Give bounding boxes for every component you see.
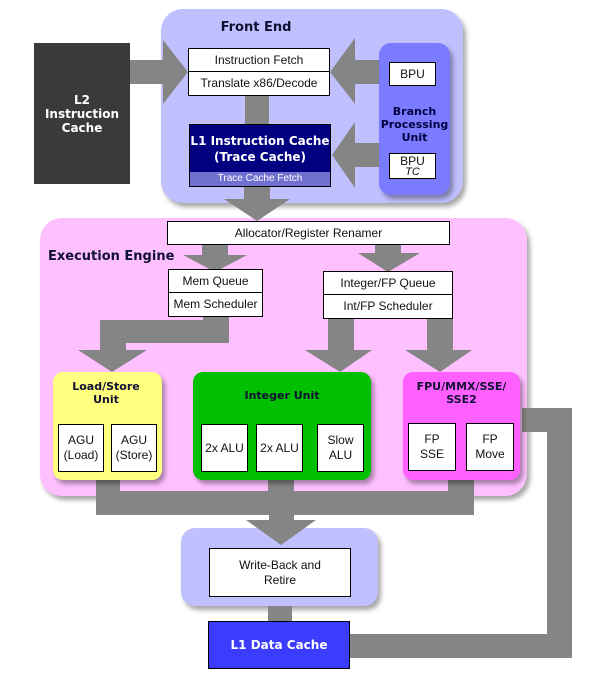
bpu-tc-line1: BPU <box>400 153 425 168</box>
slow-alu-box: Slow ALU <box>317 424 364 472</box>
load-store-unit: Load/Store Unit AGU (Load) AGU (Store) <box>53 372 162 480</box>
alu-box-1: 2x ALU <box>201 424 248 472</box>
arrow-bus-to-wb <box>269 515 294 527</box>
integer-unit: Integer Unit 2x ALU 2x ALU Slow ALU <box>193 372 371 480</box>
agu-load-line2: (Load) <box>63 448 99 462</box>
fpu-mmx-sse-unit: FPU/MMX/SSE/ SSE2 FP SSE FP Move <box>403 372 520 480</box>
integer-unit-title: Integer Unit <box>244 389 320 402</box>
bpu-tc-line2: TC <box>405 165 420 178</box>
arrow-l2-to-fetch <box>130 60 165 84</box>
l1-instruction-cache: L1 Instruction Cache (Trace Cache) Trace… <box>189 124 331 187</box>
alu-box-2: 2x ALU <box>256 424 303 472</box>
l1-data-cache-label: L1 Data Cache <box>230 638 328 652</box>
l1-icache-line1: L1 Instruction Cache <box>190 134 330 148</box>
fp-sse-line1: FP <box>424 432 440 446</box>
mem-scheduler-box: Mem Scheduler <box>168 292 263 317</box>
allocator-register-renamer: Allocator/Register Renamer <box>167 221 450 245</box>
fpu-title-line1: FPU/MMX/SSE/ <box>416 380 507 393</box>
loop-right <box>547 408 572 658</box>
instruction-fetch-box: Instruction Fetch <box>188 48 330 72</box>
agu-store-line2: (Store) <box>115 448 153 462</box>
bpu-title-text: Branch Processing Unit <box>380 105 449 145</box>
fpu-title-line2: SSE2 <box>446 393 477 407</box>
l1-icache-line2: (Trace Cache) <box>214 149 306 164</box>
int-fp-scheduler-box: Int/FP Scheduler <box>323 294 453 319</box>
agu-load-box: AGU (Load) <box>58 424 104 472</box>
fpu-title: FPU/MMX/SSE/ SSE2 <box>403 380 520 406</box>
agu-load-line1: AGU <box>67 433 94 447</box>
int-fp-queue-box: Integer/FP Queue <box>323 271 453 295</box>
trace-cache-fetch: Trace Cache Fetch <box>190 172 330 186</box>
loop-bottom <box>350 634 572 658</box>
fp-move-line1: FP <box>482 432 498 446</box>
slow-alu-line1: Slow <box>327 433 354 447</box>
write-back-line1: Write-Back and <box>239 557 321 572</box>
fp-move-box: FP Move <box>466 423 514 471</box>
l1-data-cache: L1 Data Cache <box>208 621 350 669</box>
translate-decode-box: Translate x86/Decode <box>188 71 330 96</box>
write-back-line2: Retire <box>263 572 296 587</box>
loop-fpu-out <box>522 408 572 432</box>
front-end-title: Front End <box>220 20 292 35</box>
l2-instruction-cache-label: L2 Instruction Cache <box>44 92 120 135</box>
agu-store-line1: AGU <box>120 433 147 447</box>
fp-sse-box: FP SSE <box>408 423 456 471</box>
execution-engine-title: Execution Engine <box>48 249 175 264</box>
bpu-title: Branch Processing Unit <box>379 105 450 145</box>
bpu-box: BPU <box>389 62 436 86</box>
branch-processing-unit: BPU Branch Processing Unit BPU TC <box>379 43 450 195</box>
load-store-title: Load/Store Unit <box>72 380 140 407</box>
agu-store-box: AGU (Store) <box>111 424 157 472</box>
fp-move-line2: Move <box>475 447 505 461</box>
bpu-tc-box: BPU TC <box>389 153 436 179</box>
slow-alu-line2: ALU <box>328 448 353 462</box>
fp-sse-line2: SSE <box>419 447 444 461</box>
write-back-retire-box: Write-Back and Retire <box>209 548 351 597</box>
arrow-wb-to-l1d <box>268 606 292 622</box>
mem-queue-box: Mem Queue <box>168 269 263 293</box>
l2-instruction-cache: L2 Instruction Cache <box>34 43 130 184</box>
